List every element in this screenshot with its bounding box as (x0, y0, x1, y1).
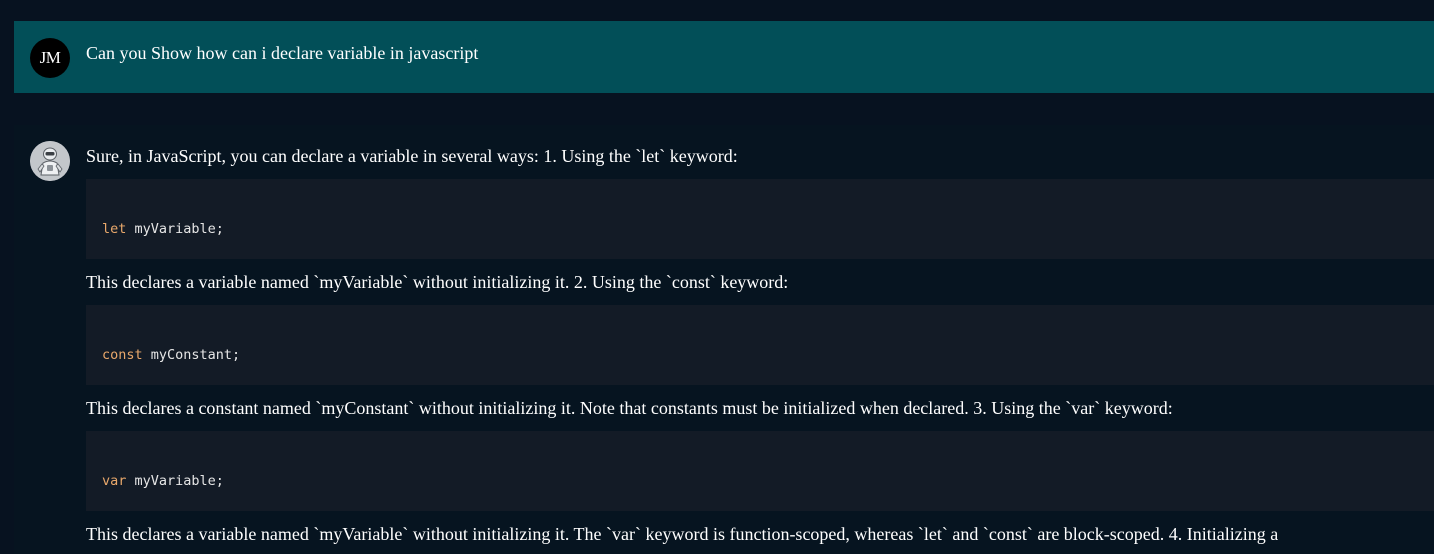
user-message-text: Can you Show how can i declare variable … (86, 43, 479, 63)
code-rest: myConstant; (142, 347, 241, 363)
chat-page: JM Can you Show how can i declare variab… (0, 0, 1434, 554)
assistant-text-after-let: This declares a variable named `myVariab… (86, 272, 789, 292)
user-avatar: JM (30, 38, 70, 78)
assistant-intro-text: Sure, in JavaScript, you can declare a v… (86, 146, 738, 166)
user-message: JM Can you Show how can i declare variab… (14, 21, 1434, 93)
robot-avatar-icon (30, 141, 70, 181)
code-block-var[interactable]: var myVariable; (86, 431, 1434, 511)
code-line: const myConstant; (102, 347, 240, 363)
code-line: let myVariable; (102, 221, 224, 237)
assistant-text-after-const: This declares a constant named `myConsta… (86, 398, 1173, 418)
code-rest: myVariable; (126, 473, 224, 489)
assistant-text-after-var: This declares a variable named `myVariab… (86, 524, 1279, 544)
user-initials: JM (39, 48, 61, 67)
code-keyword: let (102, 221, 127, 237)
robot-icon (30, 141, 70, 181)
code-line: var myVariable; (102, 473, 224, 489)
code-keyword: var (102, 473, 127, 489)
code-rest: myVariable; (126, 221, 224, 237)
code-keyword: const (102, 347, 143, 363)
assistant-message-content: Sure, in JavaScript, you can declare a v… (86, 145, 1434, 545)
code-block-let[interactable]: let myVariable; (86, 179, 1434, 259)
assistant-message: Sure, in JavaScript, you can declare a v… (14, 125, 1434, 554)
code-block-const[interactable]: const myConstant; (86, 305, 1434, 385)
